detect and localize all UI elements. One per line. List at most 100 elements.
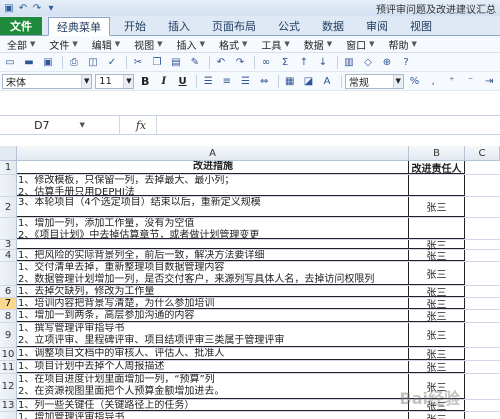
tab-view[interactable]: 视图 [402, 17, 440, 35]
cell-owner[interactable]: 张三 [409, 250, 465, 263]
row-header[interactable] [0, 262, 17, 285]
undo-icon[interactable]: ↶ [213, 55, 229, 70]
formula-input[interactable] [156, 116, 500, 134]
indent-icon[interactable]: ⇥ [481, 74, 497, 89]
fill-color-icon[interactable]: ◪ [301, 74, 317, 89]
row-header[interactable]: 12 [0, 374, 17, 399]
row-header[interactable]: 13 [0, 400, 17, 411]
cell-c[interactable] [465, 161, 500, 174]
cell-improvement[interactable]: 1、去掉欠缺列，修改为工作量 [17, 286, 409, 297]
cell-c[interactable] [465, 218, 500, 239]
align-right-icon[interactable]: ☰ [238, 74, 254, 89]
font-size-select[interactable]: 11 ▼ [95, 73, 135, 89]
tab-file[interactable]: 文件 [0, 17, 42, 35]
cell-owner[interactable]: 张三 [409, 197, 465, 217]
cell-c[interactable] [465, 298, 500, 309]
tab-classic-menu[interactable]: 经典菜单 [48, 17, 110, 36]
menu-window[interactable]: 窗口 ▼ [339, 36, 381, 53]
drawing-icon[interactable]: ◇ [360, 55, 376, 70]
menu-view[interactable]: 视图 ▼ [127, 36, 169, 53]
paste-icon[interactable]: ▤ [168, 55, 184, 70]
cell-improvement[interactable]: 1、把风险的实际背景列全，前后一致，解决方法要详细 [17, 250, 409, 261]
row-header[interactable]: 10 [0, 348, 17, 360]
save-icon[interactable]: ▣ [40, 55, 56, 70]
align-center-icon[interactable]: ≡ [219, 74, 235, 89]
chevron-down-icon[interactable]: ▼ [81, 74, 92, 88]
cell-improvement[interactable]: 1、调整项目文档中的审核人、评估人、批准人 [17, 348, 409, 360]
menu-file[interactable]: 文件 ▼ [42, 36, 84, 53]
zoom-icon[interactable]: ⊕ [379, 55, 395, 70]
autosum-icon[interactable]: Σ [277, 55, 293, 70]
font-color-icon[interactable]: A [319, 74, 335, 89]
chevron-down-icon[interactable]: ▼ [123, 74, 134, 88]
row-header[interactable]: 8 [0, 310, 17, 322]
cell-c[interactable] [465, 348, 500, 360]
align-left-icon[interactable]: ☰ [200, 74, 216, 89]
cell-c[interactable] [465, 262, 500, 285]
menu-help[interactable]: 帮助 ▼ [382, 36, 424, 53]
cell-improvement[interactable]: 1、列一些关键任（关键路径上的任务） [17, 400, 409, 411]
cell-c[interactable] [465, 412, 500, 419]
spelling-icon[interactable]: ✓ [104, 55, 120, 70]
undo-icon[interactable]: ↶ [16, 1, 30, 15]
row-header[interactable] [0, 412, 17, 419]
redo-icon[interactable]: ↷ [232, 55, 248, 70]
cell-owner[interactable]: 张三 [409, 262, 465, 285]
header-cell-owner[interactable]: 改进责任人 [409, 161, 465, 175]
row-header[interactable]: 3 [0, 239, 17, 250]
cell-owner[interactable]: 张三 [409, 310, 465, 323]
cell-c[interactable] [465, 361, 500, 373]
row-header[interactable]: 7 [0, 298, 17, 309]
percent-icon[interactable]: % [407, 74, 423, 89]
cell-c[interactable] [465, 400, 500, 411]
cell-c[interactable] [465, 175, 500, 196]
new-file-icon[interactable]: ▭ [2, 55, 18, 70]
cell-c[interactable] [465, 374, 500, 399]
customize-icon[interactable]: ▾ [44, 1, 58, 15]
header-cell-improvement[interactable]: 改进措施 [17, 161, 409, 174]
italic-button[interactable]: I [156, 74, 172, 89]
menu-all[interactable]: 全部 ▼ [0, 36, 42, 53]
row-header[interactable]: 2 [0, 197, 17, 217]
cell-c[interactable] [465, 310, 500, 322]
cell-improvement[interactable]: 3、本轮项目（4个选定项目）结束以后，重新定义规模 [17, 197, 409, 217]
cell-improvement[interactable] [17, 240, 409, 249]
hyperlink-icon[interactable]: ∞ [258, 55, 274, 70]
merge-center-icon[interactable]: ⇔ [256, 74, 272, 89]
cell-improvement[interactable]: 1、修改模板，只保留一列，去掉最大、最小列； 2、估算手册只用DEPHI法 [17, 175, 409, 196]
cell-owner[interactable]: 张三 [409, 412, 465, 419]
save-icon[interactable]: ▣ [2, 1, 16, 15]
cell-improvement[interactable]: 1、增加管理评审指导书 [17, 412, 409, 419]
menu-format[interactable]: 格式 ▼ [212, 36, 254, 53]
decrease-decimal-icon[interactable]: ⁻ [463, 74, 479, 89]
column-header-a[interactable]: A [17, 146, 409, 161]
help-icon[interactable]: ? [398, 55, 414, 70]
insert-function-icon[interactable]: fx [126, 119, 156, 132]
cell-owner[interactable]: 张三 [409, 361, 465, 374]
menu-data[interactable]: 数据 ▼ [297, 36, 339, 53]
tab-data[interactable]: 数据 [314, 17, 352, 35]
menu-tools[interactable]: 工具 ▼ [254, 36, 296, 53]
number-format-select[interactable]: 常规 ▼ [344, 73, 404, 89]
tab-insert[interactable]: 插入 [160, 17, 198, 35]
cell-improvement[interactable]: 1、在项目进度计划里面增加一列，“预算”列 2、在资源视图里面把个人预算金额增加进… [17, 374, 409, 399]
worksheet-grid[interactable]: A B C 1 改进措施 改进责任人 1、修改模板，只保留一列，去掉最大、最小列； 2、… [0, 146, 500, 419]
cell-improvement[interactable]: 1、培训内容把背景写清楚，为什么参加培训 [17, 298, 409, 309]
print-preview-icon[interactable]: ◫ [85, 55, 101, 70]
copy-icon[interactable]: ❐ [149, 55, 165, 70]
cell-c[interactable] [465, 240, 500, 249]
cell-c[interactable] [465, 197, 500, 217]
open-folder-icon[interactable]: ▬ [21, 55, 37, 70]
format-painter-icon[interactable]: ✎ [187, 55, 203, 70]
cell-improvement[interactable]: 1、项目计划中去掉个人周报描述 [17, 361, 409, 373]
cell-improvement[interactable]: 1、撰写管理评审指导书 2、立项评审、里程碑评审、项目结项评审三类属于管理评审 [17, 323, 409, 347]
print-icon[interactable]: ⎙ [66, 55, 82, 70]
increase-decimal-icon[interactable]: ⁺ [444, 74, 460, 89]
tab-review[interactable]: 审阅 [358, 17, 396, 35]
bold-button[interactable]: B [137, 74, 153, 89]
cut-icon[interactable]: ✂ [130, 55, 146, 70]
redo-icon[interactable]: ↷ [30, 1, 44, 15]
row-header[interactable]: 6 [0, 286, 17, 297]
row-header[interactable]: 1 [0, 161, 17, 174]
chevron-down-icon[interactable]: ▼ [392, 74, 403, 88]
